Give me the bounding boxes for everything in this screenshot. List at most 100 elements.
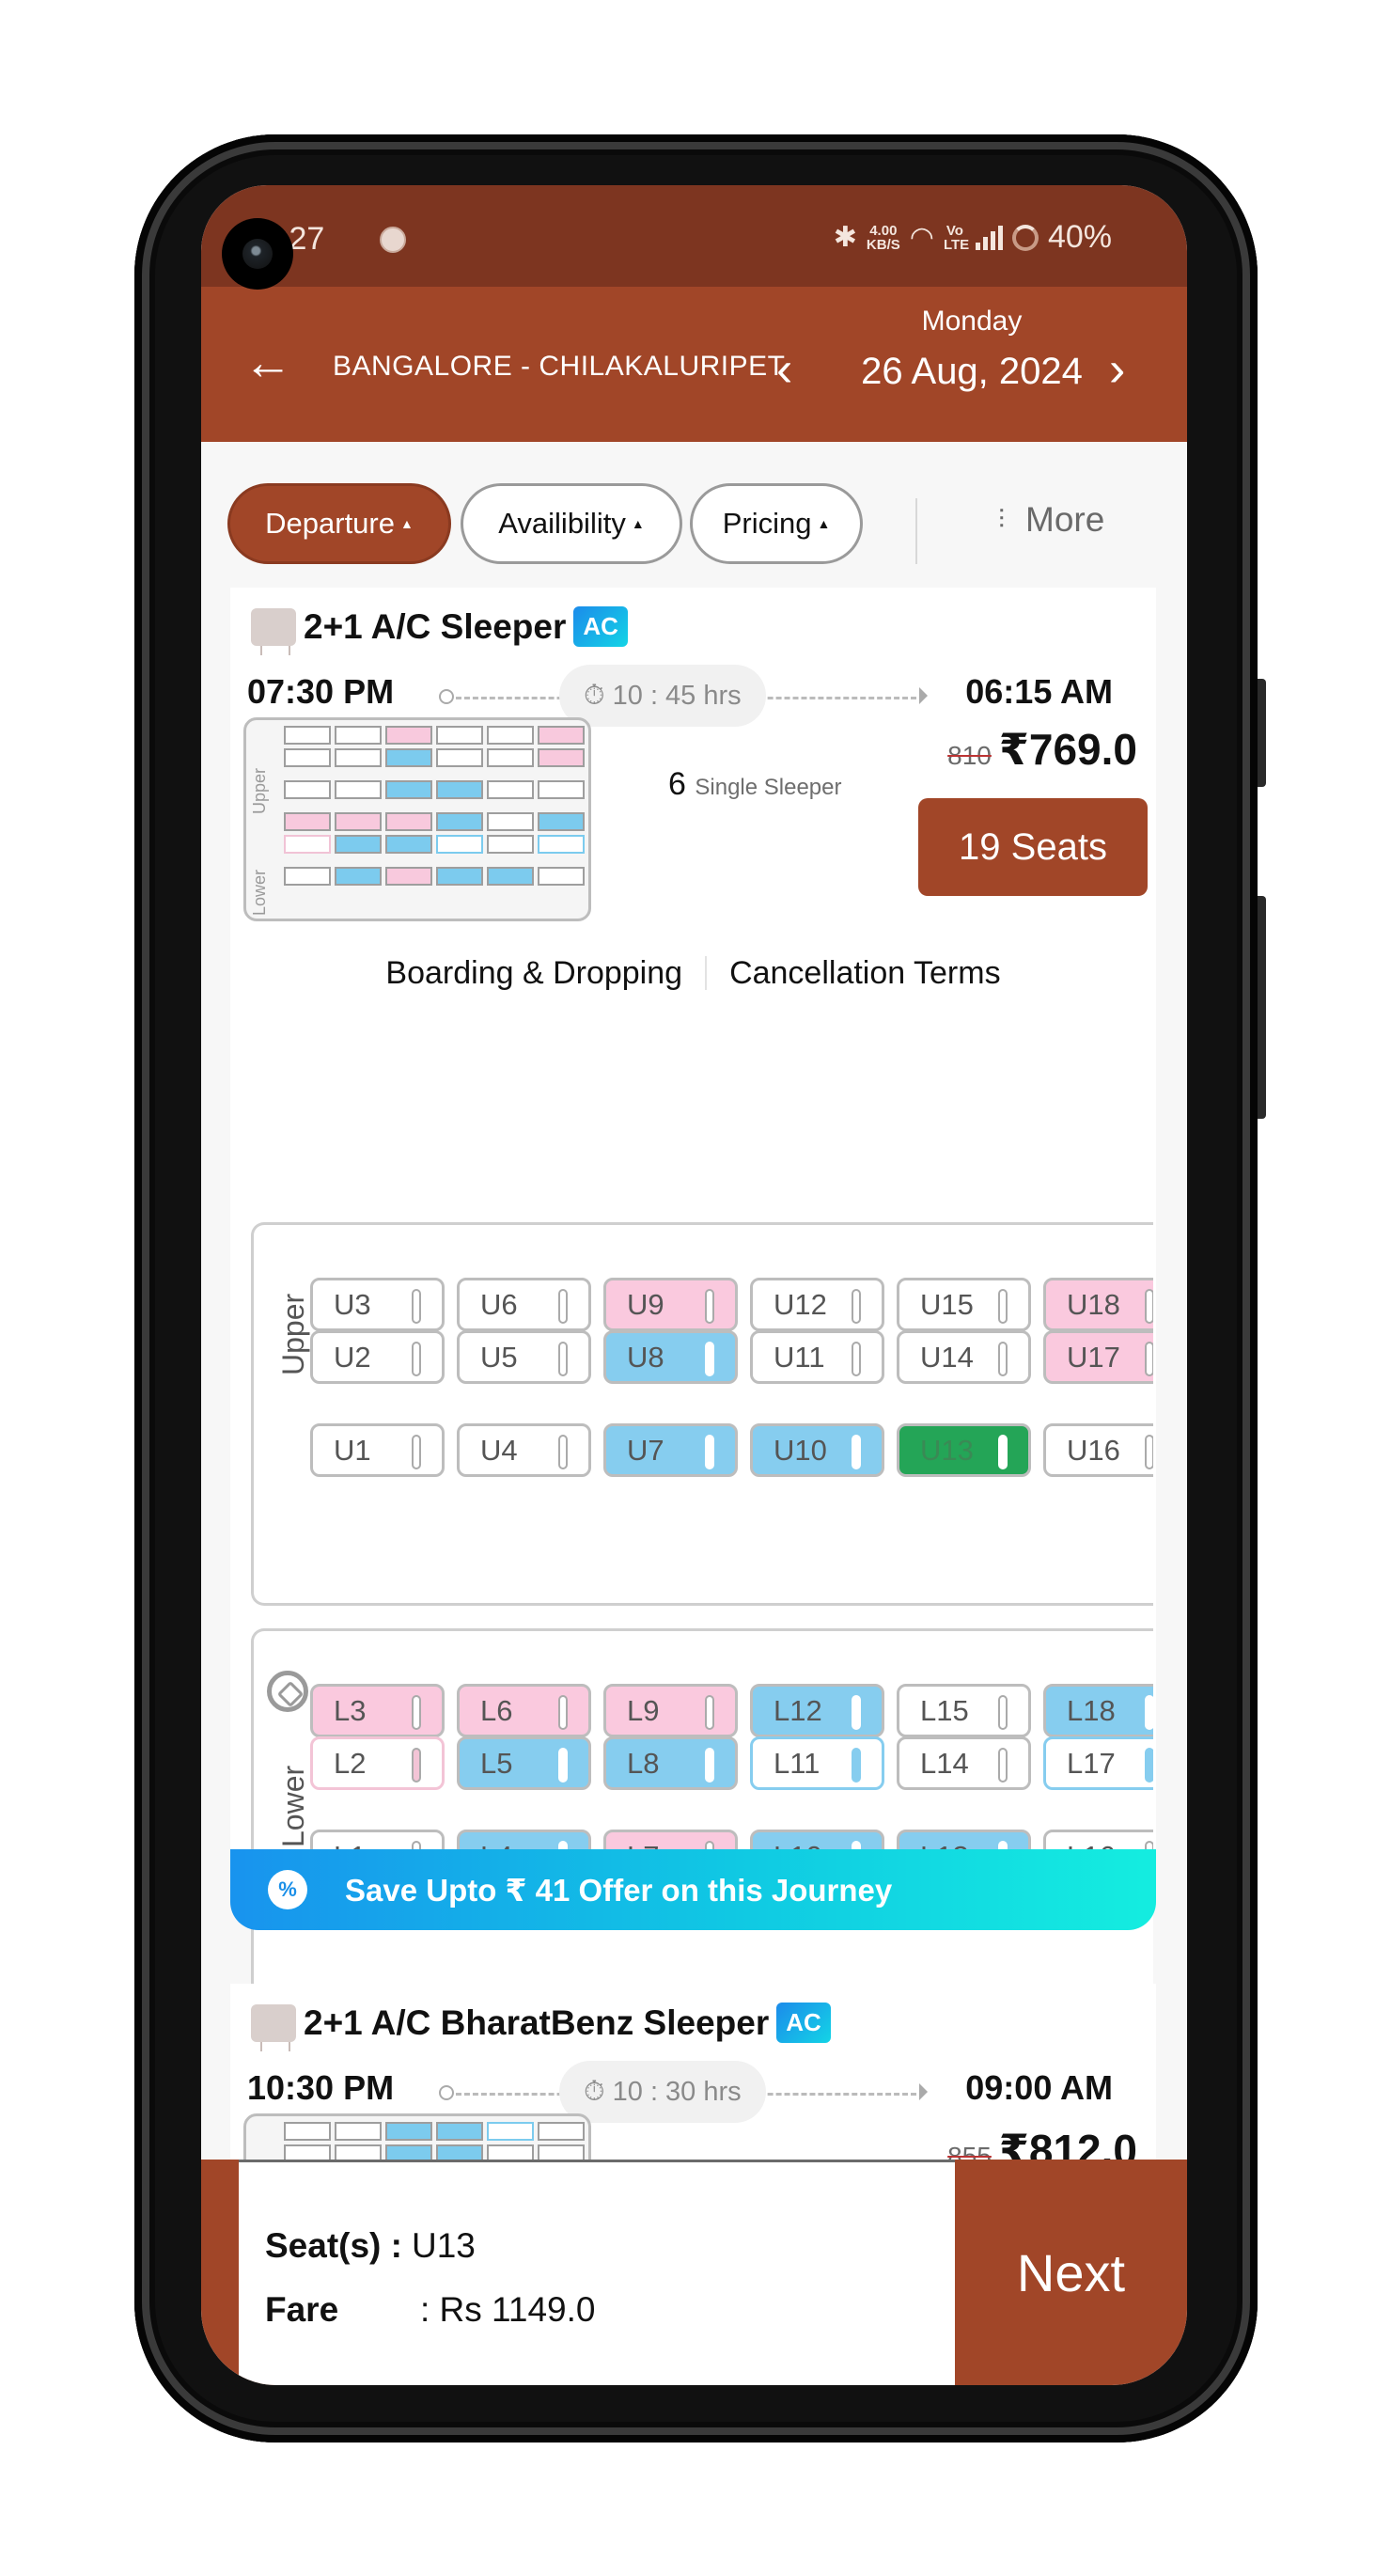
mini-seat [284, 867, 331, 886]
mini-seat [538, 780, 585, 799]
seat-u7: U7 [603, 1423, 738, 1477]
seat-u16[interactable]: U16 [1043, 1423, 1153, 1477]
seat-l15[interactable]: L15 [897, 1684, 1031, 1737]
mini-seat [385, 2122, 432, 2141]
timer-icon: ⏱ [584, 680, 605, 711]
seat-number: U14 [920, 1340, 974, 1374]
pillow-icon [852, 1342, 861, 1376]
app-notification-icon [380, 227, 406, 253]
seat-u5[interactable]: U5 [457, 1330, 591, 1384]
pillow-icon [705, 1748, 714, 1783]
mini-seat [487, 2122, 534, 2141]
seat-number: L9 [627, 1693, 660, 1727]
pillow-icon [558, 1289, 568, 1324]
more-filters-button[interactable]: ⫶ More [998, 500, 1104, 540]
ac-badge: AC [776, 2003, 831, 2043]
filter-bar: Departure ▲ Availibility ▲ Pricing ▲ ⫶ More [201, 442, 1187, 583]
seat-u3[interactable]: U3 [310, 1278, 445, 1331]
seat-u6[interactable]: U6 [457, 1278, 591, 1331]
mini-seat [335, 867, 382, 886]
mini-seat-row [284, 780, 585, 799]
pillow-icon [1145, 1695, 1153, 1730]
filter-availability[interactable]: Availibility ▲ [461, 483, 682, 564]
seat-l11[interactable]: L11 [750, 1736, 884, 1790]
mini-lower-label: Lower [250, 869, 269, 916]
sort-up-icon: ▲ [817, 516, 831, 531]
departure-time: 07:30 PM [247, 672, 395, 711]
bus-card[interactable]: 2+1 A/C Sleeper AC 07:30 PM ⏱ 10 : 45 hrs… [230, 588, 1156, 2012]
seat-number: L6 [480, 1693, 513, 1727]
pillow-icon [412, 1695, 421, 1730]
mini-seat-row [284, 2122, 585, 2141]
mini-seat [385, 726, 432, 745]
next-button[interactable]: Next [955, 2160, 1187, 2385]
seat-u2[interactable]: U2 [310, 1330, 445, 1384]
seat-u14[interactable]: U14 [897, 1330, 1031, 1384]
mini-seat [335, 812, 382, 831]
pillow-icon [852, 1289, 861, 1324]
air-conditioner-icon [251, 607, 296, 655]
pillow-icon [558, 1748, 568, 1783]
seat-l5: L5 [457, 1736, 591, 1790]
mini-seat [385, 812, 432, 831]
seat-l8: L8 [603, 1736, 738, 1790]
mini-seat-map[interactable]: Upper Lower [243, 717, 591, 921]
date-label[interactable]: 26 Aug, 2024 [850, 351, 1094, 393]
seat-u4[interactable]: U4 [457, 1423, 591, 1477]
mini-seat [436, 867, 483, 886]
seat-u1[interactable]: U1 [310, 1423, 445, 1477]
pillow-icon [998, 1748, 1008, 1783]
filter-departure[interactable]: Departure ▲ [227, 483, 451, 564]
pillow-icon [705, 1695, 714, 1730]
bus-title: 2+1 A/C BharatBenz Sleeper AC [251, 2003, 831, 2051]
pillow-icon [998, 1695, 1008, 1730]
seat-number: L3 [334, 1693, 367, 1727]
seat-number: U1 [334, 1433, 371, 1467]
discounted-price: ₹769.0 [998, 725, 1137, 774]
filter-divider [915, 498, 917, 564]
duration-pill: ⏱ 10 : 30 hrs [559, 2061, 766, 2123]
seat-u12[interactable]: U12 [750, 1278, 884, 1331]
journey-line: ⏱ 10 : 30 hrs [439, 2061, 928, 2123]
battery-level: 40% [1047, 219, 1112, 255]
seat-l2[interactable]: L2 [310, 1736, 445, 1790]
seat-u11[interactable]: U11 [750, 1330, 884, 1384]
tab-boarding-dropping[interactable]: Boarding & Dropping [385, 955, 682, 992]
total-fare: Fare: Rs 1149.0 [265, 2290, 596, 2329]
pillow-icon [558, 1435, 568, 1469]
pillow-icon [1145, 1748, 1153, 1783]
pillow-icon [852, 1695, 861, 1730]
mini-seat [538, 812, 585, 831]
mini-seat [436, 835, 483, 854]
seat-number: U4 [480, 1433, 518, 1467]
mini-seat [436, 812, 483, 831]
mini-seat [487, 780, 534, 799]
seat-number: U5 [480, 1340, 518, 1374]
mini-seat [436, 748, 483, 767]
tab-cancellation-terms[interactable]: Cancellation Terms [729, 955, 1001, 992]
seat-u13[interactable]: U13 [897, 1423, 1031, 1477]
seat-l17[interactable]: L17 [1043, 1736, 1153, 1790]
offer-banner[interactable]: % Save Upto ₹ 41 Offer on this Journey [230, 1849, 1156, 1930]
next-date-icon[interactable]: › [1109, 345, 1125, 394]
seat-u9: U9 [603, 1278, 738, 1331]
discount-badge-icon: % [268, 1870, 307, 1909]
seat-number: U16 [1067, 1433, 1120, 1467]
mini-seat [436, 2122, 483, 2141]
price: 810 ₹769.0 [947, 724, 1137, 775]
mini-seat-row [284, 835, 585, 854]
seat-l14[interactable]: L14 [897, 1736, 1031, 1790]
mini-seat-grid [284, 726, 585, 889]
seats-available-button[interactable]: 19 Seats [918, 798, 1148, 896]
seat-u15[interactable]: U15 [897, 1278, 1031, 1331]
back-arrow-icon[interactable]: ← [243, 338, 292, 387]
arrival-time: 09:00 AM [965, 2068, 1113, 2107]
mini-seat [487, 748, 534, 767]
previous-date-icon[interactable]: ‹ [776, 345, 792, 394]
mini-seat [487, 726, 534, 745]
offer-text: Save Upto ₹ 41 Offer on this Journey [345, 1872, 893, 1908]
mini-seat [436, 726, 483, 745]
filter-pricing[interactable]: Pricing ▲ [690, 483, 863, 564]
seat-number: U3 [334, 1287, 371, 1321]
steering-wheel-icon [267, 1671, 308, 1712]
